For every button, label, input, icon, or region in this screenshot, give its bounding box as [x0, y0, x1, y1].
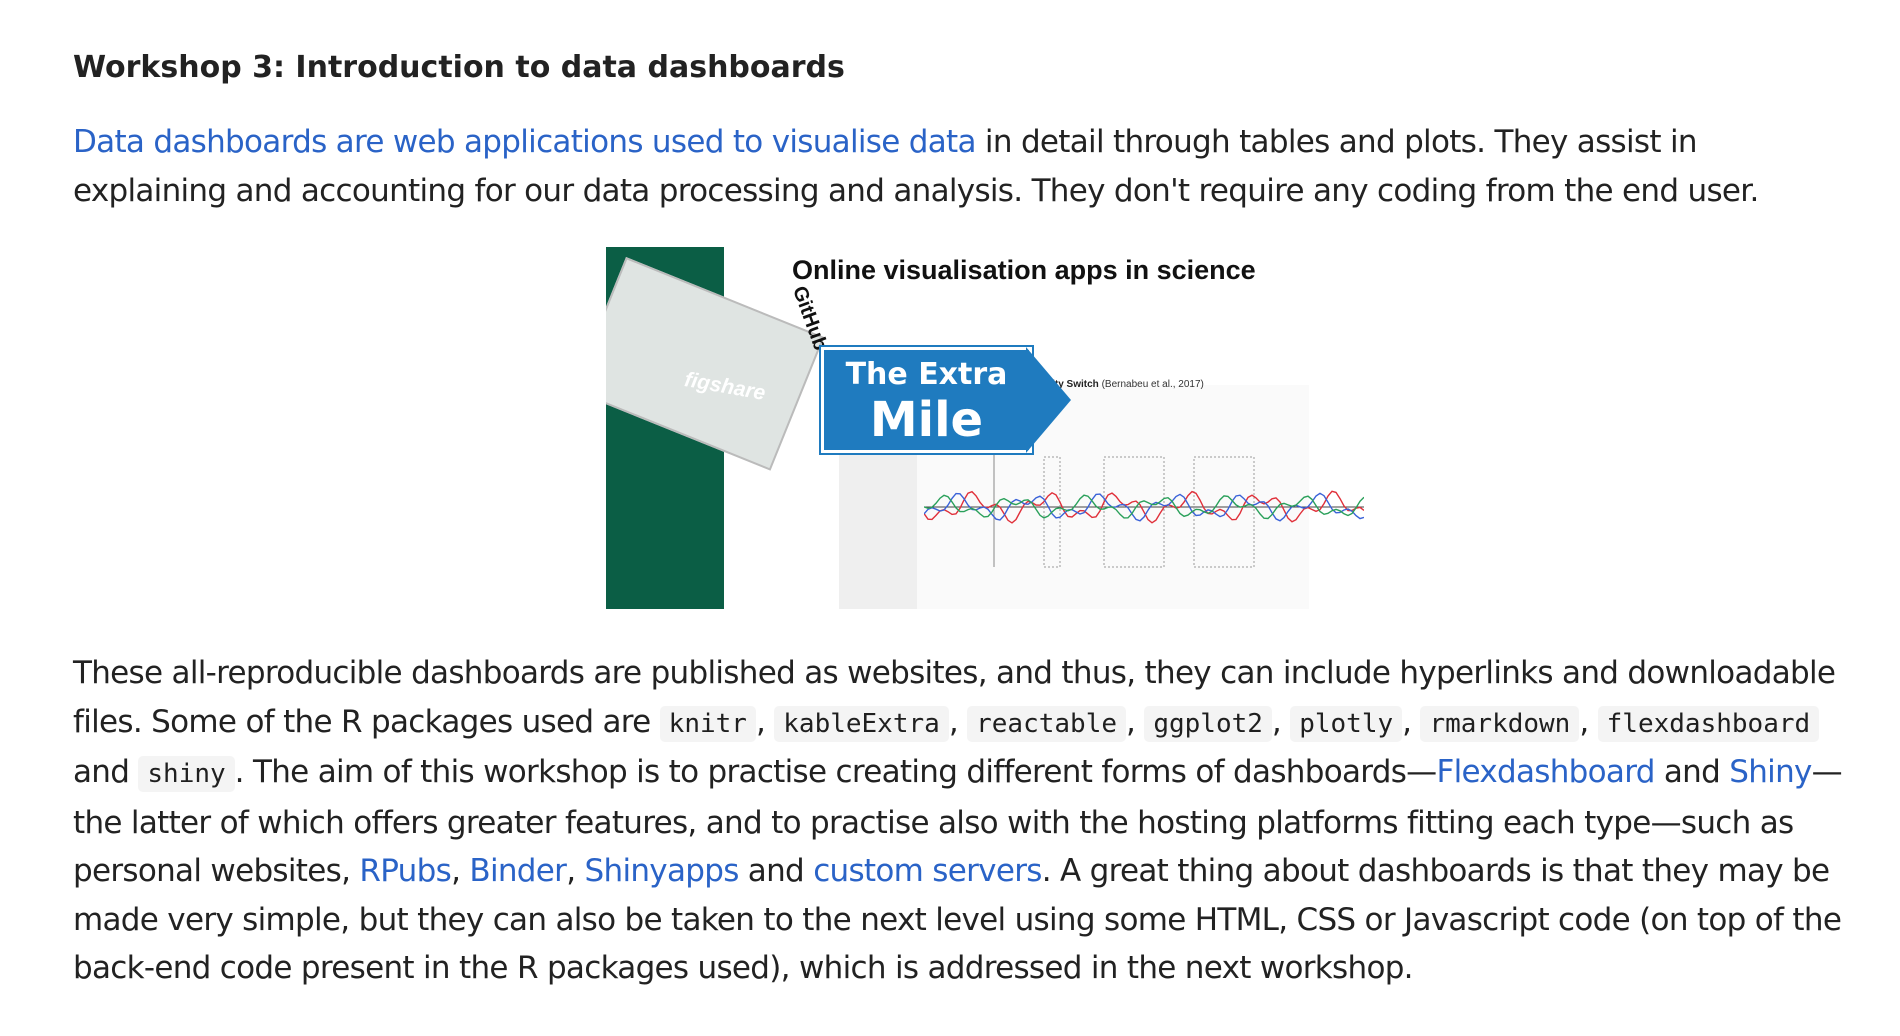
binder-link[interactable]: Binder	[469, 853, 567, 889]
flexdashboard-link[interactable]: Flexdashboard	[1436, 754, 1655, 790]
article-content: Workshop 3: Introduction to data dashboa…	[73, 48, 1848, 993]
shinyapps-link[interactable]: Shinyapps	[585, 853, 740, 889]
dashboard-apps-image: figshare GitHub Online visualisation app…	[606, 247, 1398, 609]
figure-title: Online visualisation apps in science	[792, 255, 1256, 285]
code-flexdashboard: flexdashboard	[1597, 705, 1820, 742]
shiny-link[interactable]: Shiny	[1729, 754, 1812, 790]
sign-arrow-icon	[1026, 347, 1071, 453]
code-rmarkdown: rmarkdown	[1420, 705, 1580, 742]
code-plotly: plotly	[1290, 705, 1403, 742]
code-kableextra: kableExtra	[774, 705, 949, 742]
dashboard-sidebar	[839, 447, 917, 609]
code-shiny: shiny	[138, 756, 235, 792]
intro-paragraph: Data dashboards are web applications use…	[73, 118, 1848, 215]
section-heading: Workshop 3: Introduction to data dashboa…	[73, 50, 845, 85]
rpubs-link[interactable]: RPubs	[359, 853, 451, 889]
code-knitr: knitr	[659, 705, 756, 742]
custom-servers-link[interactable]: custom servers	[813, 853, 1042, 889]
extra-mile-sign: The Extra Mile	[819, 345, 1034, 455]
dashboards-link[interactable]: Data dashboards are web applications use…	[73, 124, 976, 160]
body-paragraph: These all-reproducible dashboards are pu…	[73, 655, 1843, 986]
code-reactable: reactable	[967, 705, 1127, 742]
code-ggplot2: ggplot2	[1144, 705, 1272, 742]
